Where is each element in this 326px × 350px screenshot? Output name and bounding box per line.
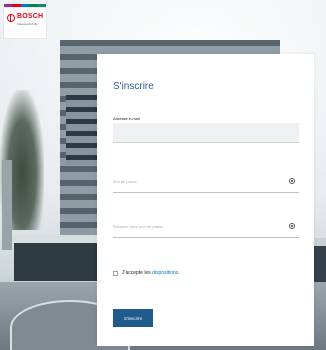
bosch-armature-icon <box>7 14 15 22</box>
logo-wordmark: BOSCH <box>17 13 44 20</box>
email-field[interactable] <box>113 123 299 143</box>
brand-color-strip <box>4 4 46 7</box>
pillar <box>2 160 12 250</box>
low-building <box>14 235 104 281</box>
email-label: Adresse e-mail <box>113 116 140 121</box>
signup-card: S'inscrire Adresse e-mail Mot de passe R… <box>97 54 314 346</box>
terms-prefix: J'accepte les <box>122 270 153 276</box>
confirm-password-placeholder: Retapez votre mot de passe <box>113 224 164 229</box>
confirm-password-field[interactable]: Retapez votre mot de passe <box>113 220 299 238</box>
terms-suffix: . <box>178 270 180 276</box>
eye-icon[interactable] <box>289 178 295 184</box>
bosch-logo[interactable]: BOSCH Invented for life <box>4 8 46 38</box>
logo-tagline: Invented for life <box>17 22 38 26</box>
password-field[interactable]: Mot de passe <box>113 175 299 193</box>
eye-icon[interactable] <box>289 223 295 229</box>
terms-checkbox[interactable] <box>113 271 118 276</box>
page-title: S'inscrire <box>113 81 154 92</box>
terms-link[interactable]: dispositions <box>152 270 178 276</box>
signup-button[interactable]: S'inscrire <box>113 309 153 327</box>
password-placeholder: Mot de passe <box>113 179 138 184</box>
terms-text: J'accepte les dispositions. <box>122 270 180 276</box>
